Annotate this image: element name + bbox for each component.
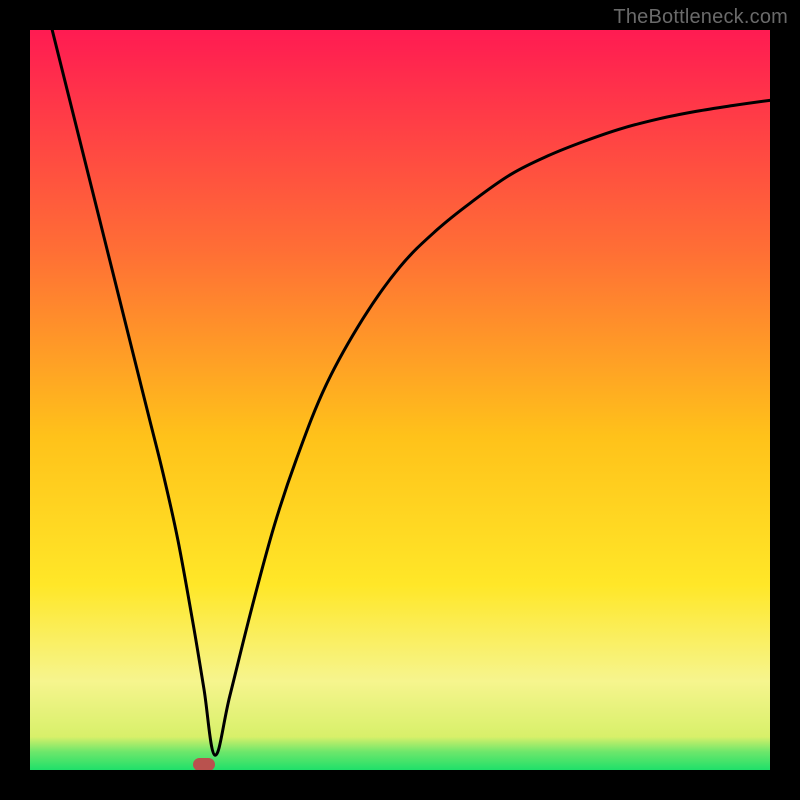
watermark-text: TheBottleneck.com: [613, 6, 788, 29]
chart-frame: TheBottleneck.com: [0, 0, 800, 800]
plot-area: [30, 30, 770, 770]
optimum-marker: [193, 758, 215, 770]
bottleneck-curve: [30, 30, 770, 770]
